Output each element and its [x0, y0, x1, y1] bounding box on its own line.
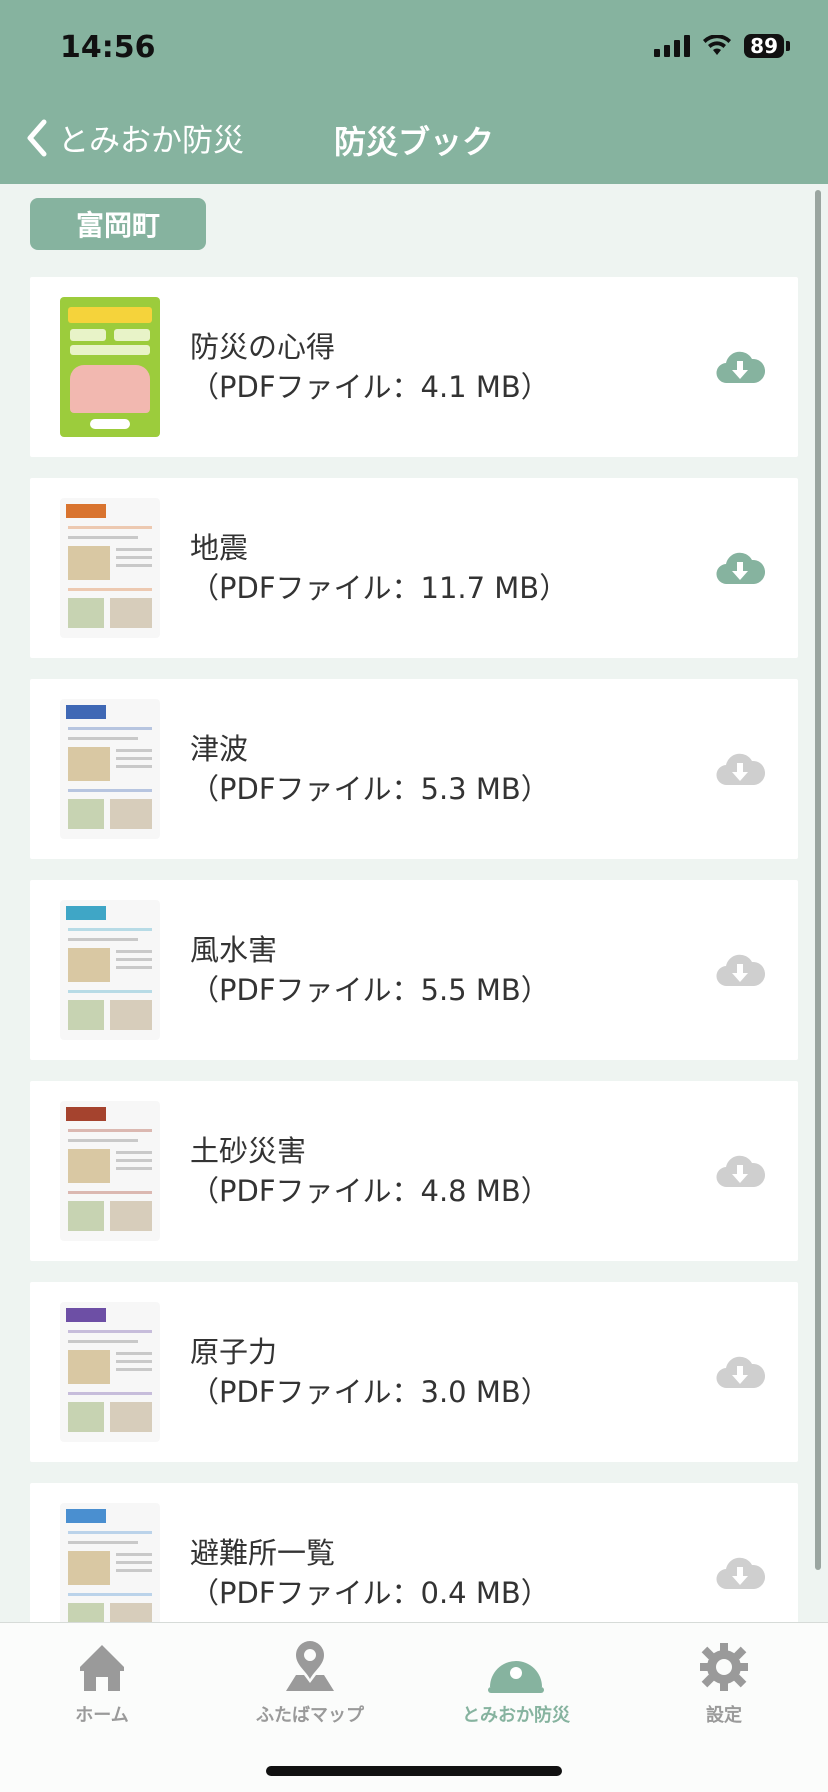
- cloud-download-icon[interactable]: [715, 1352, 765, 1392]
- tab-label: 設定: [706, 1705, 742, 1726]
- book-card[interactable]: 土砂災害 （PDFファイル：4.8 MB）: [30, 1081, 798, 1261]
- map-pin-icon: [286, 1641, 334, 1691]
- back-label: とみおか防災: [58, 123, 244, 159]
- book-card[interactable]: 原子力 （PDFファイル：3.0 MB）: [30, 1282, 798, 1462]
- page-title: 防災ブック: [334, 123, 495, 161]
- battery-icon: 89: [744, 34, 790, 58]
- book-title: 地震: [190, 531, 249, 565]
- region-tag: 富岡町: [30, 198, 206, 250]
- book-text: 土砂災害 （PDFファイル：4.8 MB）: [190, 1131, 550, 1211]
- tab-helmet[interactable]: とみおか防災: [426, 1637, 606, 1727]
- book-file-info: （PDFファイル：3.0 MB）: [190, 1375, 550, 1409]
- cellular-signal-icon: [654, 35, 691, 57]
- cloud-download-icon[interactable]: [715, 548, 765, 588]
- book-title: 原子力: [190, 1335, 278, 1369]
- book-card[interactable]: 地震 （PDFファイル：11.7 MB）: [30, 478, 798, 658]
- helmet-icon: [488, 1661, 544, 1693]
- tab-label: ホーム: [75, 1705, 129, 1726]
- nav-header: 14:56 89 とみおか防災 防災ブック: [0, 0, 828, 184]
- book-text: 津波 （PDFファイル：5.3 MB）: [190, 729, 550, 809]
- status-time: 14:56: [60, 30, 156, 65]
- book-title: 津波: [190, 732, 249, 766]
- book-file-info: （PDFファイル：0.4 MB）: [190, 1576, 550, 1610]
- cloud-download-icon[interactable]: [715, 1151, 765, 1191]
- home-icon: [80, 1645, 124, 1691]
- status-icons: 89: [654, 34, 790, 58]
- book-file-info: （PDFファイル：5.5 MB）: [190, 973, 550, 1007]
- tab-map-pin[interactable]: ふたばマップ: [220, 1637, 400, 1727]
- home-indicator[interactable]: [266, 1766, 562, 1776]
- book-card[interactable]: 防災の心得 （PDFファイル：4.1 MB）: [30, 277, 798, 457]
- cloud-download-icon[interactable]: [715, 1553, 765, 1593]
- book-thumbnail: [60, 1302, 160, 1442]
- tab-label: ふたばマップ: [256, 1705, 364, 1726]
- book-card[interactable]: 津波 （PDFファイル：5.3 MB）: [30, 679, 798, 859]
- wifi-icon: [703, 35, 732, 55]
- book-thumbnail: [60, 1101, 160, 1241]
- book-file-info: （PDFファイル：5.3 MB）: [190, 772, 550, 806]
- book-title: 風水害: [190, 933, 278, 967]
- tab-gear[interactable]: 設定: [634, 1637, 814, 1727]
- book-title: 防災の心得: [190, 330, 336, 364]
- book-list: 防災の心得 （PDFファイル：4.1 MB） 地震 （PDFファイル：11.7 MB）…: [30, 277, 798, 1622]
- cloud-download-icon[interactable]: [715, 347, 765, 387]
- cloud-download-icon[interactable]: [715, 950, 765, 990]
- chevron-left-icon: [27, 119, 47, 156]
- book-card[interactable]: 風水害 （PDFファイル：5.5 MB）: [30, 880, 798, 1060]
- tab-label: とみおか防災: [462, 1705, 570, 1726]
- book-text: 風水害 （PDFファイル：5.5 MB）: [190, 930, 550, 1010]
- book-thumbnail: [60, 699, 160, 839]
- book-file-info: （PDFファイル：11.7 MB）: [190, 571, 569, 605]
- book-thumbnail: [60, 297, 160, 437]
- cloud-download-icon[interactable]: [715, 749, 765, 789]
- back-button[interactable]: とみおか防災: [24, 115, 244, 160]
- book-text: 防災の心得 （PDFファイル：4.1 MB）: [190, 327, 550, 407]
- battery-level: 89: [744, 34, 784, 58]
- book-card[interactable]: 避難所一覧 （PDFファイル：0.4 MB）: [30, 1483, 798, 1622]
- tab-home[interactable]: ホーム: [12, 1637, 192, 1727]
- book-text: 地震 （PDFファイル：11.7 MB）: [190, 528, 568, 608]
- book-thumbnail: [60, 900, 160, 1040]
- book-thumbnail: [60, 498, 160, 638]
- book-title: 土砂災害: [190, 1134, 307, 1168]
- scrollbar[interactable]: [815, 190, 821, 1570]
- book-title: 避難所一覧: [190, 1536, 336, 1570]
- gear-icon: [700, 1643, 748, 1691]
- book-file-info: （PDFファイル：4.8 MB）: [190, 1174, 550, 1208]
- book-text: 避難所一覧 （PDFファイル：0.4 MB）: [190, 1533, 550, 1613]
- book-thumbnail: [60, 1503, 160, 1622]
- book-text: 原子力 （PDFファイル：3.0 MB）: [190, 1332, 550, 1412]
- book-file-info: （PDFファイル：4.1 MB）: [190, 370, 550, 404]
